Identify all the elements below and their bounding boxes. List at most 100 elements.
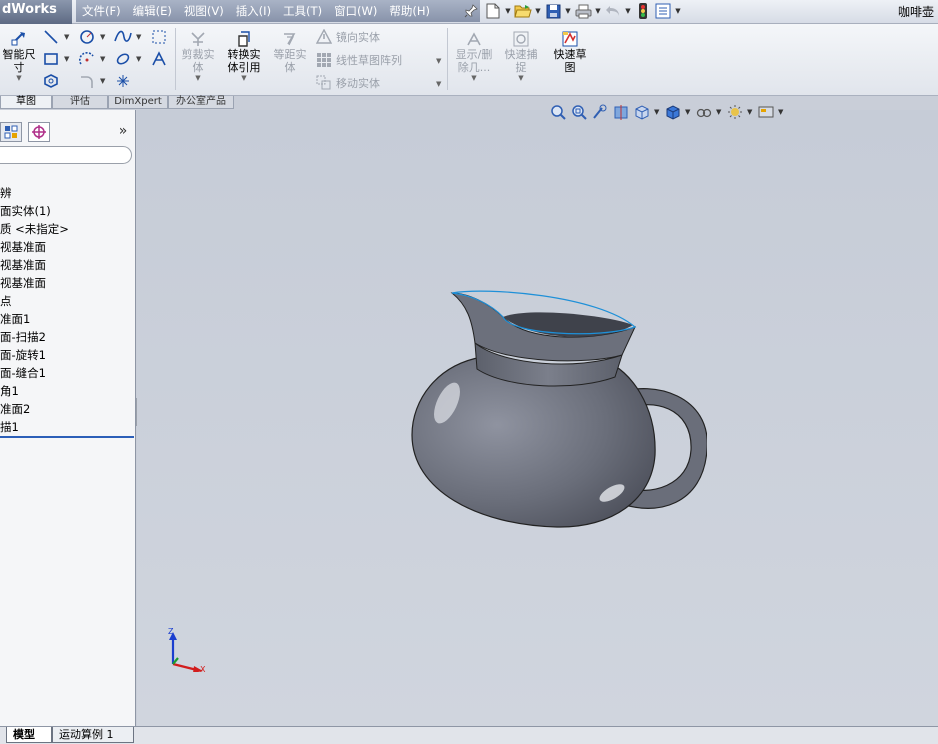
- pin-icon[interactable]: [462, 2, 480, 20]
- chevron-down-icon[interactable]: ▼: [504, 7, 512, 15]
- linear-pattern-button[interactable]: 线性草图阵列: [316, 51, 402, 69]
- chevron-down-icon[interactable]: ▼: [534, 7, 542, 15]
- new-doc-icon[interactable]: [484, 2, 502, 20]
- tree-item[interactable]: 准面2: [0, 400, 134, 418]
- mirror-entities-button[interactable]: 镜向实体: [316, 28, 380, 46]
- chevron-down-icon[interactable]: ▼: [436, 80, 441, 88]
- menu-edit[interactable]: 编辑(E): [127, 1, 178, 21]
- chevron-down-icon[interactable]: ▼: [136, 33, 141, 41]
- chevron-down-icon[interactable]: ▼: [136, 55, 141, 63]
- dimxpert-manager-icon[interactable]: [28, 122, 50, 142]
- chevron-down-icon[interactable]: ▼: [16, 74, 21, 82]
- heads-up-toolbar: ▼ ▼ ▼ ▼ ▼: [549, 102, 785, 122]
- relations-icon: [467, 32, 481, 46]
- chevron-down-icon[interactable]: ▼: [64, 55, 69, 63]
- coffee-pot-model[interactable]: [407, 285, 707, 535]
- tab-office-products[interactable]: 办公室产品: [168, 96, 234, 109]
- tree-item[interactable]: 辨: [0, 184, 134, 202]
- print-icon[interactable]: [574, 2, 592, 20]
- menu-tools[interactable]: 工具(T): [277, 1, 328, 21]
- quick-snaps-button[interactable]: 快速捕 捉 ▼: [500, 30, 542, 82]
- offset-entities-button[interactable]: 等距实 体: [270, 30, 310, 74]
- tree-item[interactable]: 面-旋转1: [0, 346, 134, 364]
- trim-button[interactable]: 剪裁实 体 ▼: [178, 30, 218, 82]
- spline-icon[interactable]: [114, 28, 132, 46]
- chevron-down-icon[interactable]: ▼: [471, 74, 476, 82]
- undo-icon[interactable]: [604, 2, 622, 20]
- tab-model[interactable]: 模型: [6, 727, 52, 743]
- zoom-to-fit-icon[interactable]: [549, 103, 567, 121]
- chevron-down-icon[interactable]: ▼: [195, 74, 200, 82]
- chevron-down-icon[interactable]: ▼: [654, 108, 661, 116]
- view-settings-icon[interactable]: [757, 103, 775, 121]
- display-style-icon[interactable]: [664, 103, 682, 121]
- line-icon[interactable]: [42, 28, 60, 46]
- menu-view[interactable]: 视图(V): [178, 1, 230, 21]
- rollback-bar[interactable]: [0, 436, 134, 438]
- point-icon[interactable]: [114, 72, 132, 90]
- chevron-down-icon[interactable]: ▼: [241, 74, 246, 82]
- tree-item[interactable]: 面实体(1): [0, 202, 134, 220]
- chevron-down-icon[interactable]: ▼: [564, 7, 572, 15]
- edit-appearance-icon[interactable]: [726, 103, 744, 121]
- zoom-to-area-icon[interactable]: [570, 103, 588, 121]
- chevron-down-icon[interactable]: ▼: [747, 108, 754, 116]
- section-view-icon[interactable]: [612, 103, 630, 121]
- traffic-light-icon[interactable]: [634, 2, 652, 20]
- chevron-down-icon[interactable]: ▼: [100, 33, 105, 41]
- tree-item[interactable]: 质 <未指定>: [0, 220, 134, 238]
- previous-view-icon[interactable]: [591, 103, 609, 121]
- tree-item[interactable]: 面-缝合1: [0, 364, 134, 382]
- open-folder-icon[interactable]: [514, 2, 532, 20]
- feature-filter-input[interactable]: [0, 146, 132, 164]
- chevron-down-icon[interactable]: ▼: [624, 7, 632, 15]
- circle-icon[interactable]: [78, 28, 96, 46]
- menu-insert[interactable]: 插入(I): [230, 1, 277, 21]
- expand-panel-icon[interactable]: »: [114, 122, 132, 142]
- sketch-grid-icon[interactable]: [150, 28, 168, 46]
- chevron-down-icon[interactable]: ▼: [685, 108, 692, 116]
- rectangle-icon[interactable]: [42, 50, 60, 68]
- convert-entities-button[interactable]: 转换实 体引用 ▼: [222, 30, 266, 82]
- chevron-down-icon[interactable]: ▼: [436, 57, 441, 65]
- tree-item[interactable]: 视基准面: [0, 256, 134, 274]
- menu-window[interactable]: 窗口(W): [328, 1, 383, 21]
- tab-sketch[interactable]: 草图: [0, 96, 52, 109]
- smart-dimension-button[interactable]: 智能尺 寸 ▼: [0, 30, 38, 82]
- tree-item[interactable]: 角1: [0, 382, 134, 400]
- tree-item[interactable]: 描1: [0, 418, 134, 436]
- chevron-down-icon[interactable]: ▼: [716, 108, 723, 116]
- chevron-down-icon[interactable]: ▼: [100, 77, 105, 85]
- arc-icon[interactable]: [78, 50, 96, 68]
- chevron-down-icon[interactable]: ▼: [778, 108, 785, 116]
- fillet-icon[interactable]: [78, 72, 96, 90]
- tree-item[interactable]: 面-扫描2: [0, 328, 134, 346]
- rapid-sketch-button[interactable]: 快速草 图: [549, 30, 591, 74]
- options-icon[interactable]: [654, 2, 672, 20]
- tree-item[interactable]: 视基准面: [0, 238, 134, 256]
- tree-item[interactable]: 视基准面: [0, 274, 134, 292]
- menu-help[interactable]: 帮助(H): [383, 1, 436, 21]
- tab-dimxpert[interactable]: DimXpert: [108, 96, 168, 109]
- view-orientation-icon[interactable]: [633, 103, 651, 121]
- hide-show-items-icon[interactable]: [695, 103, 713, 121]
- configuration-manager-icon[interactable]: [0, 122, 22, 142]
- chevron-down-icon[interactable]: ▼: [674, 7, 682, 15]
- tab-motion-study[interactable]: 运动算例 1: [52, 727, 134, 743]
- chevron-down-icon[interactable]: ▼: [100, 55, 105, 63]
- chevron-down-icon[interactable]: ▼: [64, 33, 69, 41]
- quick-snaps-label: 快速捕 捉: [504, 48, 538, 74]
- tab-evaluate[interactable]: 评估: [52, 96, 108, 109]
- show-delete-relations-button[interactable]: 显示/删 除几... ▼: [452, 30, 496, 82]
- move-entities-button[interactable]: 移动实体: [316, 74, 380, 92]
- chevron-down-icon[interactable]: ▼: [594, 7, 602, 15]
- menu-file[interactable]: 文件(F): [76, 1, 127, 21]
- text-icon[interactable]: [150, 50, 168, 68]
- tree-item[interactable]: 点: [0, 292, 134, 310]
- polygon-icon[interactable]: [42, 72, 60, 90]
- save-icon[interactable]: [544, 2, 562, 20]
- ellipse-icon[interactable]: [114, 50, 132, 68]
- chevron-down-icon[interactable]: ▼: [518, 74, 523, 82]
- tree-item[interactable]: 准面1: [0, 310, 134, 328]
- graphics-area[interactable]: ▼ ▼ ▼ ▼ ▼ Z X: [137, 104, 938, 726]
